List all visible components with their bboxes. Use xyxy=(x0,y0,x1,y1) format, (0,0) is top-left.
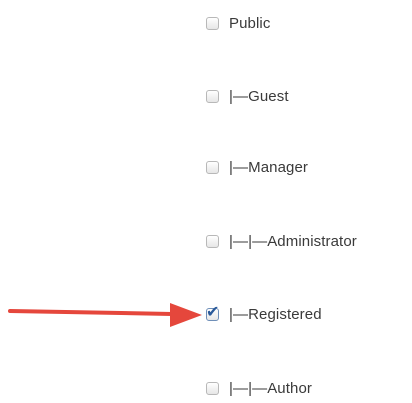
red-arrow-icon xyxy=(8,303,202,327)
group-label-author: |—|—Author xyxy=(229,379,312,397)
checkbox-public[interactable]: ✔ xyxy=(206,16,219,30)
group-row-author[interactable]: ✔ |—|—Author xyxy=(206,376,312,400)
red-arrow-head xyxy=(170,303,202,327)
group-label-registered: |—Registered xyxy=(229,305,322,323)
group-row-registered[interactable]: ✔ |—Registered xyxy=(206,302,322,326)
group-label-public: Public xyxy=(229,14,271,32)
checkbox-registered[interactable]: ✔ xyxy=(206,303,219,321)
checkbox-administrator[interactable]: ✔ xyxy=(206,234,219,248)
group-label-administrator: |—|—Administrator xyxy=(229,232,357,250)
user-groups-list: ✔ Public ✔ |—Guest ✔ |—Manager ✔ |—|—Adm… xyxy=(0,0,412,403)
checkbox-author[interactable]: ✔ xyxy=(206,381,219,395)
group-row-guest[interactable]: ✔ |—Guest xyxy=(206,84,289,108)
group-row-administrator[interactable]: ✔ |—|—Administrator xyxy=(206,229,357,253)
group-row-public[interactable]: ✔ Public xyxy=(206,11,270,35)
group-row-manager[interactable]: ✔ |—Manager xyxy=(206,155,308,179)
checkbox-manager[interactable]: ✔ xyxy=(206,160,219,174)
checkbox-guest[interactable]: ✔ xyxy=(206,89,219,103)
red-arrow-shaft xyxy=(8,309,174,316)
group-label-guest: |—Guest xyxy=(229,87,289,105)
checkmark-icon: ✔ xyxy=(206,301,220,321)
group-label-manager: |—Manager xyxy=(229,158,308,176)
